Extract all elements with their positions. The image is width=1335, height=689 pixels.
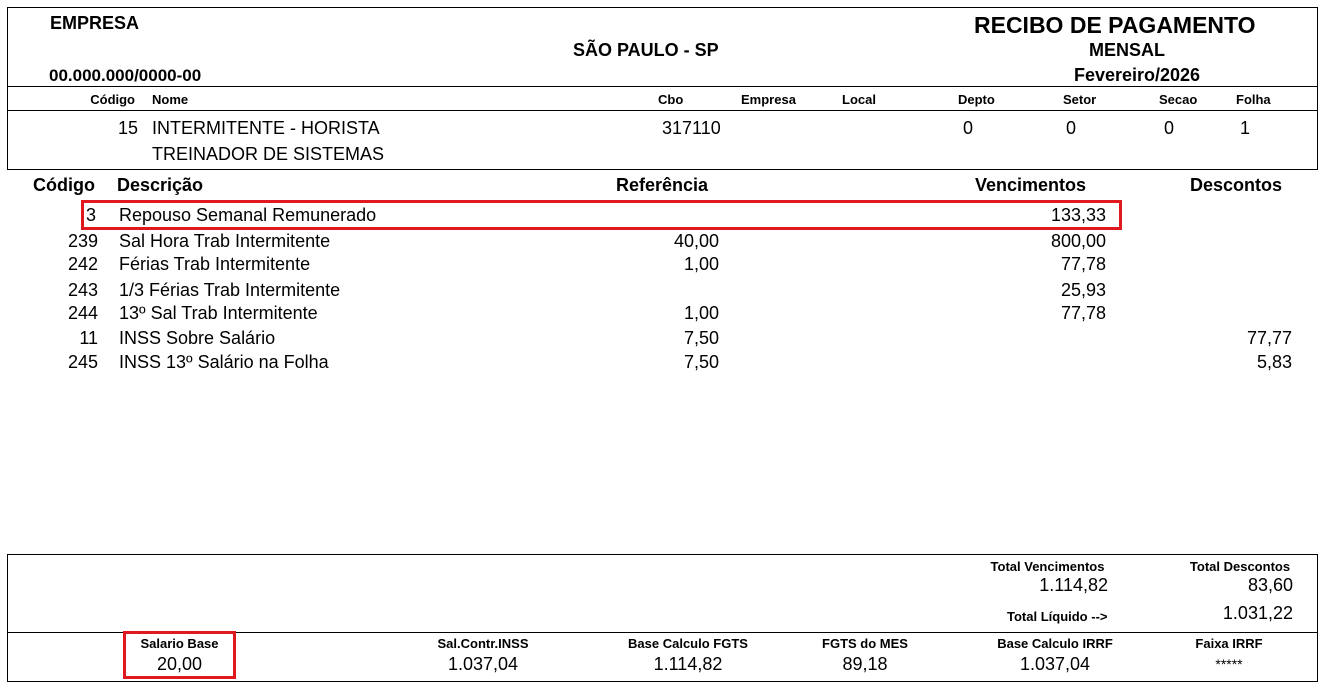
employee-setor: 0 — [1066, 118, 1077, 138]
employee-nome: INTERMITENTE - HORISTA — [152, 118, 380, 138]
item-vencimentos: 77,78 — [1060, 303, 1106, 323]
item-codigo: 243 — [67, 280, 98, 300]
item-descontos: 77,77 — [1246, 328, 1292, 348]
emp-col-secao: Secao — [1159, 92, 1198, 107]
emp-col-setor: Setor — [1063, 92, 1097, 107]
faixa-irrf-value: ***** — [1215, 656, 1243, 672]
item-referencia: 7,50 — [683, 352, 719, 372]
city: SÃO PAULO - SP — [573, 40, 719, 60]
sal-contr-inss-label: Sal.Contr.INSS — [437, 636, 529, 651]
empresa-label: EMPRESA — [50, 13, 140, 33]
emp-col-empresa: Empresa — [741, 92, 796, 107]
columns-divider — [7, 110, 1318, 111]
base-irrf-label: Base Calculo IRRF — [997, 636, 1113, 651]
emp-col-folha: Folha — [1236, 92, 1271, 107]
items-col-vencimentos: Vencimentos — [975, 175, 1087, 195]
item-descricao: Repouso Semanal Remunerado — [119, 205, 377, 225]
item-vencimentos: 800,00 — [1050, 231, 1106, 251]
employee-secao: 0 — [1164, 118, 1175, 138]
emp-col-cbo: Cbo — [658, 92, 684, 107]
base-irrf-value: 1.037,04 — [1019, 654, 1091, 674]
item-codigo: 245 — [67, 352, 98, 372]
items-col-descricao: Descrição — [117, 175, 204, 195]
header-divider — [7, 86, 1318, 87]
items-col-codigo: Código — [33, 175, 95, 195]
receipt-type: MENSAL — [1089, 40, 1165, 60]
total-descontos-label: Total Descontos — [1189, 559, 1291, 574]
item-codigo: 244 — [67, 303, 98, 323]
salario-base-label: Salario Base — [140, 636, 219, 651]
item-descricao: Sal Hora Trab Intermitente — [119, 231, 331, 251]
employee-cbo: 317110 — [662, 118, 721, 138]
item-codigo: 239 — [67, 231, 98, 251]
total-vencimentos-label: Total Vencimentos — [990, 559, 1105, 574]
item-descricao: 13º Sal Trab Intermitente — [119, 303, 318, 323]
item-vencimentos: 25,93 — [1060, 280, 1106, 300]
item-descricao: INSS Sobre Salário — [119, 328, 276, 348]
item-referencia: 1,00 — [683, 254, 719, 274]
base-fgts-label: Base Calculo FGTS — [628, 636, 748, 651]
employee-codigo: 15 — [117, 118, 138, 138]
emp-col-nome: Nome — [152, 92, 189, 107]
item-vencimentos: 133,33 — [1050, 205, 1106, 225]
salario-base-value: 20,00 — [156, 654, 203, 674]
emp-col-depto: Depto — [958, 92, 995, 107]
item-vencimentos: 77,78 — [1060, 254, 1106, 274]
item-codigo: 242 — [67, 254, 98, 274]
total-vencimentos-value: 1.114,82 — [1039, 575, 1108, 595]
fgts-mes-label: FGTS do MES — [822, 636, 908, 651]
item-referencia: 40,00 — [673, 231, 719, 251]
emp-col-codigo: Código — [90, 92, 135, 107]
employee-cargo: TREINADOR DE SISTEMAS — [152, 144, 385, 164]
period: Fevereiro/2026 — [1073, 65, 1201, 85]
item-descontos: 5,83 — [1256, 352, 1292, 372]
faixa-irrf-label: Faixa IRRF — [1195, 636, 1263, 651]
fgts-mes-value: 89,18 — [842, 654, 888, 674]
total-descontos-value: 83,60 — [1247, 575, 1293, 595]
items-col-descontos: Descontos — [1190, 175, 1283, 195]
total-liquido-value: 1.031,22 — [1222, 603, 1293, 623]
item-codigo: 11 — [79, 328, 98, 348]
total-liquido-label: Total Líquido --> — [1007, 609, 1108, 624]
item-referencia: 7,50 — [683, 328, 719, 348]
emp-col-local: Local — [842, 92, 876, 107]
item-codigo: 3 — [86, 205, 97, 225]
item-descricao: 1/3 Férias Trab Intermitente — [119, 280, 341, 300]
item-descricao: INSS 13º Salário na Folha — [119, 352, 329, 372]
item-descricao: Férias Trab Intermitente — [119, 254, 311, 274]
items-col-referencia: Referência — [616, 175, 709, 195]
item-referencia: 1,00 — [683, 303, 719, 323]
base-fgts-value: 1.114,82 — [653, 654, 723, 674]
sal-contr-inss-value: 1.037,04 — [447, 654, 519, 674]
employee-folha: 1 — [1240, 118, 1251, 138]
document-title: RECIBO DE PAGAMENTO — [974, 12, 1256, 38]
cnpj: 00.000.000/0000-00 — [49, 66, 202, 85]
employee-depto: 0 — [963, 118, 974, 138]
